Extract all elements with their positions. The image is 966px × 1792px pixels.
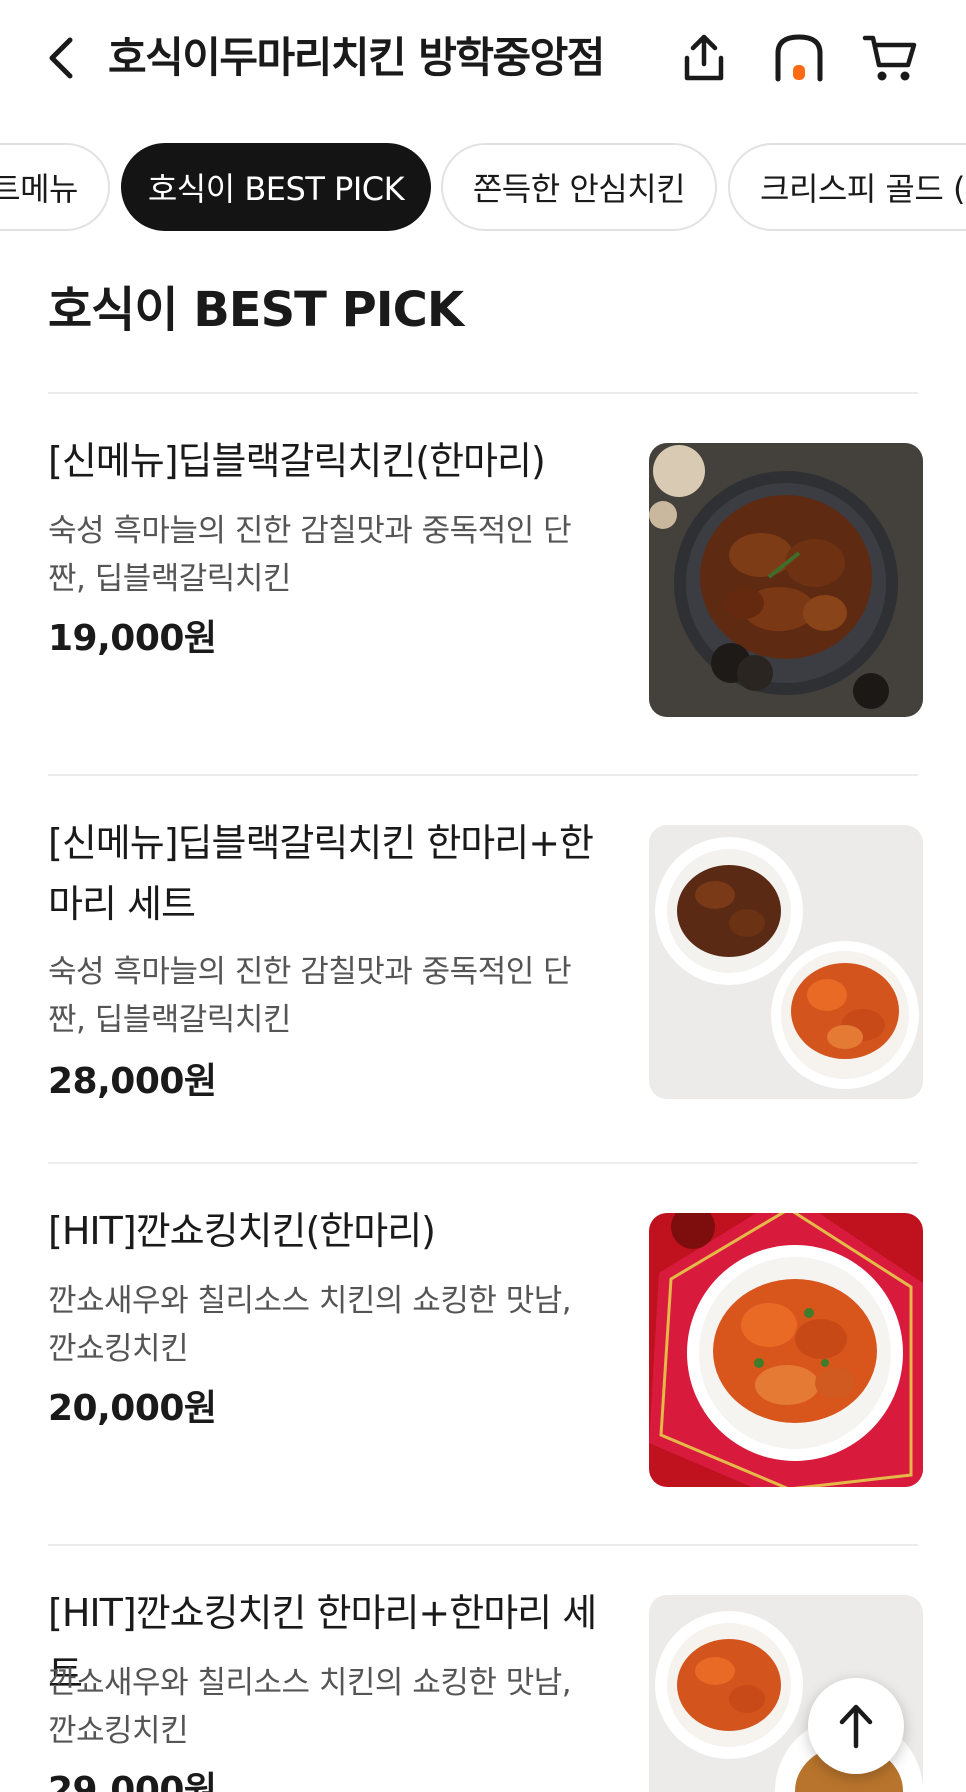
- menu-item[interactable]: [HIT]깐쇼킹치킨(한마리) 깐쇼새우와 칠리소스 치킨의 쇼킹한 맛남, 깐…: [48, 1201, 923, 1491]
- cart-icon: [862, 35, 917, 81]
- divider: [48, 774, 918, 776]
- home-button[interactable]: [769, 28, 829, 88]
- tab-set-menu[interactable]: 세트메뉴: [0, 143, 110, 231]
- menu-item-image: [649, 1213, 923, 1487]
- menu-item[interactable]: [신메뉴]딥블랙갈릭치킨 한마리+한마리 세트 숙성 흑마늘의 진한 감칠맛과 …: [48, 813, 923, 1103]
- share-button[interactable]: [674, 28, 734, 88]
- back-button[interactable]: [36, 30, 86, 86]
- tab-best-pick[interactable]: 호식이 BEST PICK: [121, 143, 431, 231]
- menu-item-description: 숙성 흑마늘의 진한 감칠맛과 중독적인 단짠, 딥블랙갈릭치킨: [48, 954, 572, 1038]
- scroll-to-top-button[interactable]: [808, 1678, 904, 1774]
- menu-item-image: [649, 825, 923, 1099]
- menu-item-name: [신메뉴]딥블랙갈릭치킨(한마리): [48, 439, 546, 483]
- menu-item-description: 깐쇼새우와 칠리소스 치킨의 쇼킹한 맛남, 깐쇼킹치킨: [48, 1665, 572, 1749]
- header: 호식이두마리치킨 방학중앙점: [0, 0, 966, 120]
- menu-item-price: 19,000원: [48, 618, 217, 659]
- divider: [48, 1544, 918, 1546]
- menu-item-price: 28,000원: [48, 1061, 217, 1102]
- chevron-left-icon: [49, 37, 73, 79]
- tab-crispy-gold[interactable]: 크리스피 골드 (순살): [728, 143, 966, 231]
- menu-item-description: 숙성 흑마늘의 진한 감칠맛과 중독적인 단짠, 딥블랙갈릭치킨: [48, 513, 572, 597]
- tab-tender-chicken[interactable]: 쫀득한 안심치킨: [441, 143, 717, 231]
- menu-item-name: [HIT]깐쇼킹치킨(한마리): [48, 1209, 436, 1253]
- cart-button[interactable]: [860, 28, 920, 88]
- share-icon: [684, 34, 724, 81]
- menu-item-name: [신메뉴]딥블랙갈릭치킨 한마리+한마리 세트: [48, 821, 594, 926]
- store-menu-page: 호식이두마리치킨 방학중앙점 세트메뉴 호식이 BEST PICK 쫀득한 안심: [0, 0, 966, 1792]
- category-tabs: 세트메뉴 호식이 BEST PICK 쫀득한 안심치킨 크리스피 골드 (순살): [0, 143, 966, 233]
- arrow-up-icon: [839, 1704, 873, 1749]
- menu-item-price: 29,000원: [48, 1770, 217, 1792]
- home-icon: [775, 34, 823, 82]
- menu-item-description: 깐쇼새우와 칠리소스 치킨의 쇼킹한 맛남, 깐쇼킹치킨: [48, 1283, 572, 1367]
- menu-item-image: [649, 443, 923, 717]
- divider: [48, 392, 918, 394]
- menu-item[interactable]: [신메뉴]딥블랙갈릭치킨(한마리) 숙성 흑마늘의 진한 감칠맛과 중독적인 단…: [48, 431, 923, 721]
- divider: [48, 1162, 918, 1164]
- menu-item-price: 20,000원: [48, 1388, 217, 1429]
- menu-item[interactable]: [HIT]깐쇼킹치킨 한마리+한마리 세트 깐쇼새우와 칠리소스 치킨의 쇼킹한…: [48, 1583, 923, 1792]
- section-title: 호식이 BEST PICK: [48, 282, 464, 338]
- store-title: 호식이두마리치킨 방학중앙점: [108, 33, 605, 82]
